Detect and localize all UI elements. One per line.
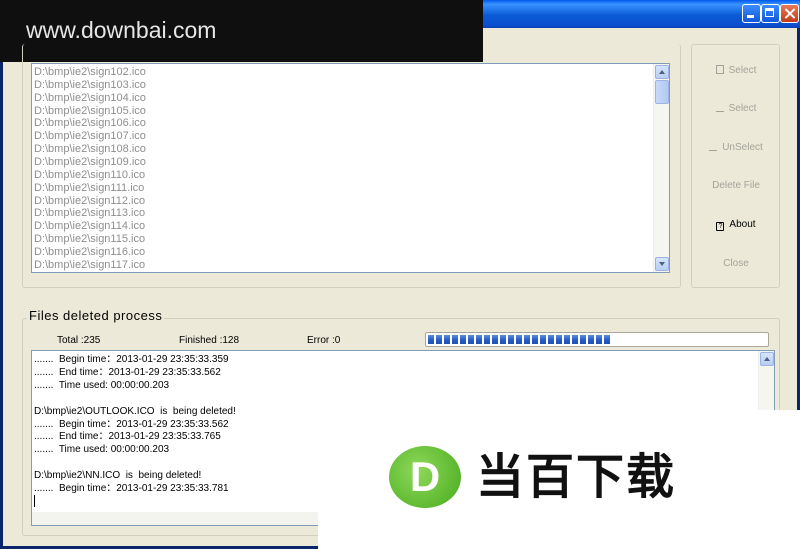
log-line: ....... Time used: 00:00:00.203	[34, 444, 170, 456]
progress-block	[468, 335, 474, 344]
progress-block	[436, 335, 442, 344]
select-button[interactable]: Select	[700, 98, 772, 120]
progress-block	[588, 335, 594, 344]
file-list-item[interactable]: D:\bmp\ie2\sign105.ico	[34, 105, 146, 118]
unselect-label: UnSelect	[722, 142, 763, 153]
total-count: Total :235	[57, 335, 101, 346]
file-list-item[interactable]: D:\bmp\ie2\sign117.ico	[34, 259, 145, 272]
file-listbox[interactable]: D:\bmp\ie2\sign102.ico D:\bmp\ie2\sign103…	[31, 63, 670, 273]
close-label: Close	[723, 258, 749, 269]
progress-block	[572, 335, 578, 344]
progress-block	[540, 335, 546, 344]
log-line: D:\bmp\ie2\NN.ICO is being deleted!	[34, 470, 202, 482]
log-line: ....... Begin time：2013-01-29 23:35:33.3…	[34, 354, 229, 365]
progress-block	[524, 335, 530, 344]
select-all-label: Select	[728, 65, 757, 76]
process-legend: Files deleted process	[27, 308, 165, 323]
log-line: D:\bmp\ie2\OUTLOOK.ICO is being deleted!	[34, 405, 236, 417]
progress-block	[484, 335, 490, 344]
progress-block	[428, 335, 434, 344]
file-list-item[interactable]: D:\bmp\ie2\sign114.ico	[34, 220, 145, 233]
log-line: ....... End time：2013-01-29 23:35:33.562	[34, 366, 221, 378]
log-scroll-up-button[interactable]	[760, 352, 774, 366]
progress-block	[444, 335, 450, 344]
finished-count: Finished :128	[179, 335, 240, 346]
underline-icon	[715, 106, 724, 112]
file-list-item[interactable]: D:\bmp\ie2\sign112.ico	[34, 195, 145, 208]
about-label: About	[729, 219, 756, 230]
progress-block	[548, 335, 554, 344]
unselect-button[interactable]: UnSelect	[700, 137, 772, 159]
scroll-down-button[interactable]	[655, 257, 669, 271]
progress-block	[580, 335, 586, 344]
text-caret	[34, 495, 35, 507]
file-list-scrollbar[interactable]	[653, 64, 669, 272]
progress-block	[460, 335, 466, 344]
watermark-logo: D 当百下载	[318, 410, 800, 549]
delete-file-label: Delete File	[712, 180, 760, 191]
delete-progress-bar	[425, 332, 769, 347]
error-count: Error :0	[307, 335, 341, 346]
scroll-thumb[interactable]	[655, 80, 669, 104]
delete-file-button[interactable]: Delete File	[700, 175, 772, 197]
progress-block	[604, 335, 610, 344]
file-list-item[interactable]: D:\bmp\ie2\sign109.ico	[34, 156, 146, 169]
file-list-item[interactable]: D:\bmp\ie2\sign110.ico	[34, 169, 145, 182]
logo-text: 当百下载	[476, 449, 677, 505]
file-list-item[interactable]: D:\bmp\ie2\sign103.ico	[34, 79, 146, 92]
log-line: ....... Begin time：2013-01-29 23:35:33.7…	[34, 483, 229, 494]
file-list-item[interactable]: D:\bmp\ie2\sign116.ico	[34, 246, 145, 259]
minimize-button[interactable]	[742, 4, 761, 23]
close-window-button[interactable]	[780, 4, 799, 23]
help-icon: ?	[716, 222, 725, 231]
progress-block	[532, 335, 538, 344]
log-line: ....... Time used: 00:00:00.203	[34, 379, 170, 391]
progress-block	[476, 335, 482, 344]
logo-badge: D	[389, 446, 461, 508]
log-line: ....... Begin time：2013-01-29 23:35:33.5…	[34, 418, 229, 430]
log-line: ....... End time：2013-01-29 23:35:33.765	[34, 431, 221, 443]
close-button[interactable]: Close	[700, 253, 772, 275]
scroll-up-button[interactable]	[655, 65, 669, 79]
file-list-item[interactable]: D:\bmp\ie2\sign102.ico	[34, 66, 146, 79]
select-all-button[interactable]: Select	[700, 60, 772, 82]
file-list-item[interactable]: D:\bmp\ie2\sign106.ico	[34, 117, 146, 130]
progress-block	[516, 335, 522, 344]
progress-fill	[428, 335, 610, 344]
file-list-item[interactable]: D:\bmp\ie2\sign113.ico	[34, 207, 145, 220]
progress-block	[492, 335, 498, 344]
progress-block	[452, 335, 458, 344]
progress-block	[596, 335, 602, 344]
progress-block	[508, 335, 514, 344]
file-list-item[interactable]: D:\bmp\ie2\sign104.ico	[34, 92, 146, 105]
progress-block	[556, 335, 562, 344]
progress-block	[500, 335, 506, 344]
document-icon	[715, 65, 724, 74]
folder-icon	[709, 145, 718, 151]
select-label: Select	[728, 103, 757, 114]
maximize-button[interactable]	[761, 4, 780, 23]
file-list-item[interactable]: D:\bmp\ie2\sign111.ico	[34, 182, 144, 195]
about-button[interactable]: ? About	[700, 214, 772, 236]
progress-block	[564, 335, 570, 344]
file-list-item[interactable]: D:\bmp\ie2\sign107.ico	[34, 130, 146, 143]
file-list-item[interactable]: D:\bmp\ie2\sign115.ico	[34, 233, 145, 246]
file-list-item[interactable]: D:\bmp\ie2\sign108.ico	[34, 143, 146, 156]
